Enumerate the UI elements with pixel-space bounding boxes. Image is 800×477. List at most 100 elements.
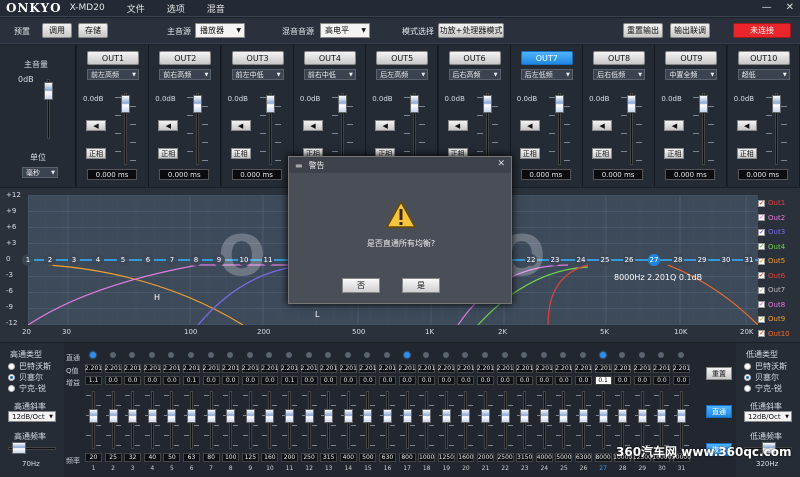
- band-fader-knob[interactable]: [304, 409, 314, 423]
- eq-reset-button[interactable]: 重置: [706, 367, 732, 380]
- band-marker[interactable]: 27: [648, 254, 660, 266]
- band-gain-field[interactable]: 0.0: [241, 376, 259, 385]
- band-q-field[interactable]: 2.201: [634, 364, 651, 373]
- band-fader-knob[interactable]: [559, 409, 569, 423]
- band-q-field[interactable]: 2.201: [359, 364, 376, 373]
- band-freq-field[interactable]: 25: [104, 453, 122, 462]
- band-gain-field[interactable]: 0.0: [339, 376, 357, 385]
- band-q-field[interactable]: 2.201: [203, 364, 220, 373]
- band-marker[interactable]: 11: [262, 254, 274, 266]
- band-fader-knob[interactable]: [167, 409, 177, 423]
- band-q-field[interactable]: 2.201: [105, 364, 122, 373]
- band-marker[interactable]: 4: [92, 254, 104, 266]
- legend-item[interactable]: ✔ Out9: [758, 312, 796, 327]
- band-q-field[interactable]: 2.201: [516, 364, 533, 373]
- channel-select-button[interactable]: OUT2: [159, 51, 212, 65]
- band-q-field[interactable]: 2.201: [477, 364, 494, 373]
- band-q-field[interactable]: 2.201: [653, 364, 670, 373]
- band-marker[interactable]: 2: [44, 254, 56, 266]
- phase-toggle-button[interactable]: 正相: [158, 148, 179, 159]
- radio-button[interactable]: [8, 363, 15, 370]
- band-bypass-indicator[interactable]: [90, 352, 96, 358]
- band-fader-knob[interactable]: [108, 409, 118, 423]
- band-marker[interactable]: 7: [166, 254, 178, 266]
- channel-fader-knob[interactable]: [121, 95, 130, 113]
- band-freq-field[interactable]: 6300: [575, 453, 592, 462]
- band-gain-field[interactable]: 0.0: [202, 376, 220, 385]
- phase-toggle-button[interactable]: 正相: [230, 148, 251, 159]
- band-q-field[interactable]: 2.201: [222, 364, 239, 373]
- band-marker[interactable]: 26: [623, 254, 635, 266]
- band-gain-field[interactable]: 0.0: [614, 376, 632, 385]
- phase-toggle-button[interactable]: 正相: [736, 148, 757, 159]
- band-bypass-indicator[interactable]: [129, 352, 136, 358]
- band-bypass-indicator[interactable]: [286, 352, 292, 358]
- band-gain-field[interactable]: 0.0: [320, 376, 338, 385]
- band-gain-field[interactable]: 0.0: [516, 376, 534, 385]
- channel-source-select[interactable]: 前右高频 ▼: [159, 69, 212, 80]
- band-gain-field[interactable]: 0.0: [496, 376, 514, 385]
- channel-delay-field[interactable]: 0.000 ms: [231, 169, 282, 180]
- speaker-mute-icon[interactable]: ◀: [736, 120, 757, 131]
- band-marker[interactable]: 24: [575, 254, 587, 266]
- legend-checkbox[interactable]: ✔: [758, 257, 765, 265]
- legend-item[interactable]: ✔ Out5: [758, 254, 796, 269]
- legend-checkbox[interactable]: ✔: [758, 272, 765, 280]
- output-link-button[interactable]: 输出联调: [670, 23, 710, 38]
- band-fader-knob[interactable]: [520, 409, 530, 423]
- band-fader-knob[interactable]: [539, 409, 549, 423]
- lowpass-marker[interactable]: L: [315, 310, 319, 319]
- band-q-field[interactable]: 2.201: [340, 364, 357, 373]
- legend-item[interactable]: ✔ Out2: [758, 211, 796, 226]
- band-gain-field[interactable]: 0.0: [143, 376, 161, 385]
- band-gain-field[interactable]: 0.0: [261, 376, 279, 385]
- filter-type-option[interactable]: 巴特沃斯: [744, 361, 787, 372]
- mix-source-select[interactable]: 高电平 ▼: [320, 23, 370, 38]
- band-bypass-indicator[interactable]: [678, 352, 684, 358]
- phase-toggle-button[interactable]: 正相: [592, 148, 613, 159]
- channel-fader-knob[interactable]: [337, 95, 347, 113]
- dialog-close-icon[interactable]: ✕: [497, 159, 505, 169]
- band-bypass-indicator[interactable]: [227, 352, 234, 358]
- speaker-mute-icon[interactable]: ◀: [447, 120, 468, 131]
- band-fader-knob[interactable]: [637, 409, 647, 423]
- master-volume-knob[interactable]: [44, 82, 53, 100]
- legend-checkbox[interactable]: ✔: [758, 228, 765, 236]
- filter-type-option[interactable]: 贝塞尔: [744, 372, 787, 383]
- band-bypass-indicator[interactable]: [482, 352, 488, 358]
- band-marker[interactable]: 22: [525, 254, 537, 266]
- band-gain-field[interactable]: 0.0: [222, 376, 240, 385]
- band-freq-field[interactable]: 4000: [535, 453, 553, 462]
- channel-delay-field[interactable]: 0.000 ms: [87, 169, 137, 180]
- channel-fader-knob[interactable]: [410, 95, 420, 113]
- band-fader-knob[interactable]: [147, 409, 157, 423]
- channel-select-button[interactable]: OUT3: [231, 51, 284, 65]
- band-fader-knob[interactable]: [657, 409, 667, 423]
- channel-source-select[interactable]: 后右高频 ▼: [448, 69, 501, 80]
- band-gain-field[interactable]: 0.0: [555, 376, 573, 385]
- reset-output-button[interactable]: 重置输出: [623, 23, 663, 38]
- legend-item[interactable]: ✔ Out7: [758, 283, 796, 298]
- channel-source-select[interactable]: 前左高频 ▼: [87, 69, 139, 80]
- band-bypass-indicator[interactable]: [188, 352, 194, 358]
- band-gain-field[interactable]: 0.0: [575, 376, 592, 385]
- channel-fader-knob[interactable]: [554, 95, 564, 113]
- band-gain-field[interactable]: 0.1: [594, 376, 612, 385]
- channel-source-select[interactable]: 后右低频 ▼: [593, 69, 646, 80]
- band-gain-field[interactable]: 0.0: [437, 376, 455, 385]
- band-q-field[interactable]: 2.201: [320, 364, 337, 373]
- channel-fader-knob[interactable]: [482, 95, 492, 113]
- menu-options[interactable]: 选项: [167, 2, 185, 15]
- band-freq-field[interactable]: 200: [281, 453, 298, 462]
- channel-delay-field[interactable]: 0.000 ms: [159, 169, 210, 180]
- channel-fader-knob[interactable]: [193, 95, 203, 113]
- band-q-field[interactable]: 2.201: [536, 364, 553, 373]
- band-fader-knob[interactable]: [441, 409, 451, 423]
- band-q-field[interactable]: 2.201: [555, 364, 572, 373]
- band-fader-knob[interactable]: [500, 409, 510, 423]
- radio-button[interactable]: [8, 374, 15, 381]
- band-bypass-indicator[interactable]: [560, 352, 567, 358]
- filter-type-option[interactable]: 宁克-锐: [744, 383, 787, 394]
- band-freq-field[interactable]: 8000: [594, 453, 612, 462]
- filter-type-option[interactable]: 贝塞尔: [8, 372, 51, 383]
